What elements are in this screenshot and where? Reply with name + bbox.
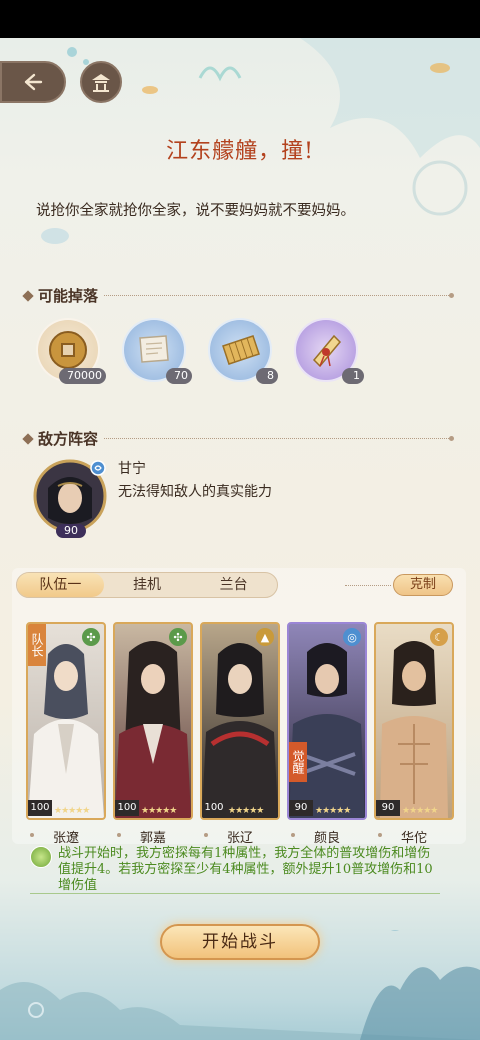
hero-level: 100 [28, 800, 52, 816]
hero-level: 90 [376, 800, 400, 816]
hero-name: 颜良 [313, 831, 340, 846]
hero-stars: ★★★★★ [315, 806, 351, 816]
leaf-buff-icon [30, 846, 52, 868]
hero-name: 郭嘉 [139, 831, 166, 846]
drop-item-coin[interactable]: 70000 [36, 318, 106, 384]
hero-level: 100 [202, 800, 226, 816]
stage-title: 江东艨艟，撞! [166, 139, 314, 164]
drops-label: 可能掉落 [38, 287, 99, 305]
divider-end [449, 293, 454, 298]
awaken-tag: 觉醒 [289, 742, 307, 782]
drop-count: 70000 [59, 368, 106, 384]
drop-item-scroll[interactable]: 70 [122, 318, 192, 384]
hero-stars: ★★★★★ [141, 806, 177, 816]
moon-element-icon: ☾ [430, 628, 448, 646]
back-arrow-icon [24, 73, 43, 91]
tab-lantai[interactable]: 兰台 [190, 573, 277, 597]
drop-item-sealed-scroll[interactable]: 1 [294, 318, 364, 384]
tab-idle[interactable]: 挂机 [104, 573, 191, 597]
team-tabs: 队伍一 挂机 兰台 [16, 572, 278, 598]
hero-name: 张辽 [226, 831, 253, 846]
captain-tag: 队长 [28, 624, 46, 666]
hero-card-3[interactable]: ▲ 100 ★★★★★ [200, 622, 280, 820]
hero-card-1[interactable]: 队长 ✣ 100 ★★★★★ [26, 622, 106, 820]
wind-element-icon: ✣ [82, 628, 100, 646]
enemy-level: 90 [56, 524, 86, 538]
tab-team-one[interactable]: 队伍一 [17, 573, 104, 597]
divider [104, 295, 449, 296]
hero-card-4[interactable]: 觉醒 ◎ 90 ★★★★★ [287, 622, 367, 820]
water-element-icon [90, 460, 106, 476]
earth-element-icon: ▲ [256, 628, 274, 646]
divider [104, 438, 449, 439]
wind-element-icon: ✣ [169, 628, 187, 646]
enemy-label: 敌方阵容 [38, 430, 99, 448]
hero-level: 100 [115, 800, 139, 816]
drop-count: 8 [256, 368, 278, 384]
home-button[interactable] [80, 61, 122, 103]
stage-description: 说抢你全家就抢你全家，说不要妈妈就不要妈妈。 [36, 203, 355, 219]
counter-button[interactable]: 克制 [393, 574, 453, 596]
hero-level: 90 [289, 800, 313, 816]
divider [30, 893, 440, 894]
hero-portrait [202, 643, 278, 818]
diamond-icon [22, 289, 34, 302]
enemy-portrait[interactable]: 90 [30, 458, 110, 538]
back-button[interactable] [0, 61, 66, 103]
drop-count: 1 [342, 368, 364, 384]
hero-portrait [115, 641, 191, 818]
pavilion-icon [92, 74, 110, 92]
hero-stars: ★★★★★ [402, 806, 438, 816]
enemy-section-header: 敌方阵容 [22, 428, 454, 449]
hero-card-5[interactable]: ☾ 90 ★★★★★ [374, 622, 454, 820]
hero-card-2[interactable]: ✣ 100 ★★★★★ [113, 622, 193, 820]
drops-section-header: 可能掉落 [22, 285, 454, 306]
enemy-description: 无法得知敌人的真实能力 [118, 484, 272, 500]
water-element-icon: ◎ [343, 628, 361, 646]
hero-portrait [289, 643, 365, 818]
drop-count: 70 [166, 368, 192, 384]
hero-portrait [380, 641, 448, 818]
ocean-decoration [41, 38, 480, 244]
enemy-name: 甘宁 [118, 461, 146, 477]
start-battle-button[interactable]: 开始战斗 [160, 924, 320, 960]
hero-name: 张遼 [52, 831, 79, 846]
divider [345, 585, 391, 586]
drop-item-bamboo[interactable]: 8 [208, 318, 278, 384]
hero-name: 华佗 [400, 831, 427, 846]
divider-end [449, 436, 454, 441]
diamond-icon [22, 432, 34, 445]
hero-stars: ★★★★★ [228, 806, 264, 816]
team-buff-text: 战斗开始时，我方密探每有1种属性，我方全体的普攻增伤和增伤值提升4。若我方密探至… [58, 846, 433, 893]
hero-stars: ★★★★★ [54, 806, 90, 816]
status-bar [0, 0, 480, 38]
